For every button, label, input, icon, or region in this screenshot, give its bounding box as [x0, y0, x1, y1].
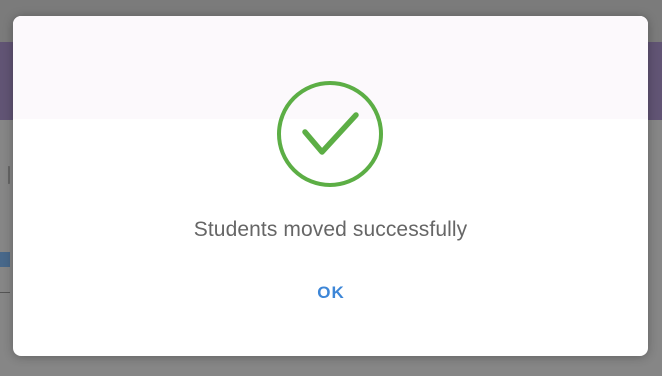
success-dialog: Students moved successfully OK: [13, 16, 648, 356]
app-screen: Students moved successfully OK: [0, 0, 662, 376]
success-message: Students moved successfully: [193, 218, 468, 241]
check-circle-icon: [276, 80, 384, 188]
ok-button[interactable]: OK: [299, 275, 363, 311]
